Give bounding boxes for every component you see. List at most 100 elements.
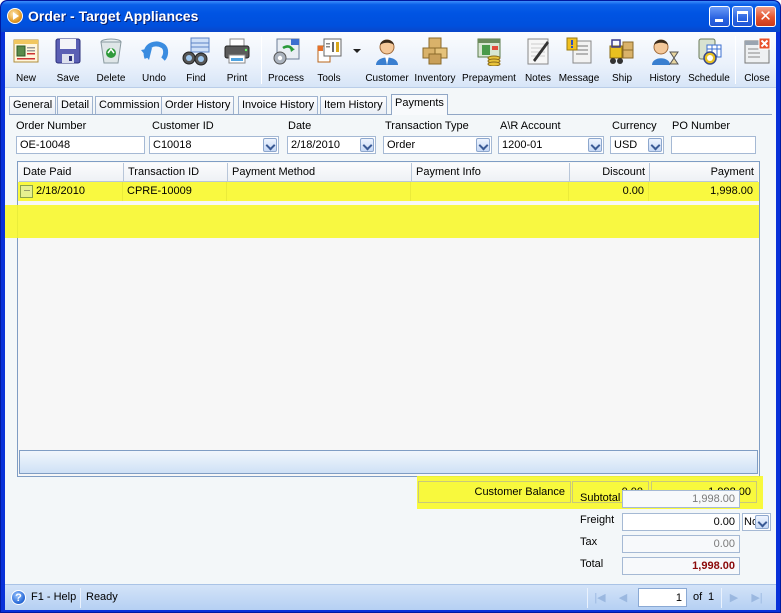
message-button[interactable]: Message bbox=[558, 34, 600, 86]
status-text: Ready bbox=[86, 591, 118, 603]
prepayment-button[interactable]: Prepayment bbox=[460, 34, 518, 86]
app-icon bbox=[7, 8, 23, 24]
help-icon[interactable]: ? bbox=[11, 590, 26, 605]
undo-button[interactable]: Undo bbox=[135, 34, 173, 86]
customer-id-value: C10018 bbox=[153, 139, 192, 151]
customer-button[interactable]: Customer bbox=[365, 34, 409, 86]
close-label: Close bbox=[744, 73, 770, 84]
cell-payment[interactable]: 1,998.00 bbox=[649, 182, 757, 201]
column-header-discount[interactable]: Discount bbox=[570, 163, 650, 182]
ship-button[interactable]: Ship bbox=[604, 34, 640, 86]
column-header-payment[interactable]: Payment bbox=[650, 163, 758, 182]
chevron-down-icon[interactable] bbox=[360, 138, 374, 152]
column-header-payment-info[interactable]: Payment Info bbox=[412, 163, 570, 182]
inventory-button[interactable]: Inventory bbox=[412, 34, 458, 86]
tab-commission[interactable]: Commission bbox=[95, 96, 164, 114]
date-value: 2/18/2010 bbox=[291, 139, 340, 151]
currency-combo[interactable]: USD bbox=[610, 136, 664, 154]
tab-item-history[interactable]: Item History bbox=[320, 96, 387, 114]
toolbar-separator bbox=[261, 36, 262, 84]
tab-detail[interactable]: Detail bbox=[57, 96, 94, 114]
delete-button[interactable]: Delete bbox=[91, 34, 131, 86]
previous-page-button[interactable]: ◀ bbox=[616, 591, 630, 605]
transaction-type-combo[interactable]: Order bbox=[383, 136, 492, 154]
tools-icon bbox=[317, 38, 342, 63]
next-page-button[interactable]: ▶ bbox=[727, 591, 741, 605]
cell-date-paid[interactable]: ··· 2/18/2010 bbox=[18, 182, 123, 201]
cell-transaction-id[interactable]: CPRE-10009 bbox=[123, 182, 227, 201]
boxes-icon bbox=[422, 37, 448, 65]
cell-payment-info[interactable] bbox=[411, 182, 569, 201]
last-page-button[interactable]: ▶| bbox=[750, 591, 764, 605]
first-page-button[interactable]: |◀ bbox=[593, 591, 607, 605]
column-header-payment-method[interactable]: Payment Method bbox=[228, 163, 412, 182]
forklift-icon bbox=[609, 39, 634, 64]
total-field: 1,998.00 bbox=[622, 557, 740, 575]
schedule-button[interactable]: Schedule bbox=[688, 34, 730, 86]
tools-label: Tools bbox=[317, 73, 341, 84]
page-number-input[interactable]: 1 bbox=[638, 588, 687, 607]
ar-account-combo[interactable]: 1200-01 bbox=[498, 136, 604, 154]
title-bar[interactable]: Order - Target Appliances ✕ bbox=[1, 1, 780, 32]
floppy-disk-icon bbox=[55, 38, 81, 64]
total-label: Total bbox=[580, 558, 604, 570]
chevron-down-icon[interactable] bbox=[648, 138, 662, 152]
chevron-down-icon[interactable] bbox=[476, 138, 490, 152]
new-button[interactable]: New bbox=[7, 34, 45, 86]
date-paid-value: 2/18/2010 bbox=[36, 185, 85, 197]
message-label: Message bbox=[558, 73, 600, 84]
close-window-icon bbox=[744, 37, 771, 64]
process-button[interactable]: Process bbox=[265, 34, 307, 86]
maximize-button[interactable] bbox=[732, 6, 753, 27]
customer-id-combo[interactable]: C10018 bbox=[149, 136, 279, 154]
minimize-button[interactable] bbox=[709, 6, 730, 27]
toolbar-separator bbox=[735, 36, 736, 84]
date-label: Date bbox=[288, 120, 312, 132]
table-row[interactable]: ··· 2/18/2010 CPRE-10009 0.00 1,998.00 bbox=[18, 182, 759, 201]
freight-label: Freight bbox=[580, 514, 615, 526]
ellipsis-button[interactable]: ··· bbox=[20, 185, 33, 198]
save-button[interactable]: Save bbox=[49, 34, 87, 86]
tools-dropdown-arrow-icon[interactable] bbox=[353, 49, 361, 53]
new-label: New bbox=[15, 73, 36, 84]
find-button[interactable]: Find bbox=[177, 34, 215, 86]
order-number-input[interactable]: OE-10048 bbox=[16, 136, 145, 154]
tab-order-history[interactable]: Order History bbox=[161, 96, 235, 114]
freight-input[interactable]: 0.00 bbox=[622, 513, 740, 531]
prepayment-coins-icon bbox=[477, 38, 501, 66]
save-label: Save bbox=[56, 73, 80, 84]
order-number-label: Order Number bbox=[16, 120, 87, 132]
tab-payments[interactable]: Payments bbox=[391, 94, 448, 115]
date-picker[interactable]: 2/18/2010 bbox=[287, 136, 376, 154]
window-title: Order - Target Appliances bbox=[28, 8, 199, 24]
column-header-transaction-id[interactable]: Transaction ID bbox=[124, 163, 228, 182]
close-button[interactable]: Close bbox=[739, 34, 775, 86]
tab-invoice-history[interactable]: Invoice History bbox=[238, 96, 319, 114]
history-button[interactable]: History bbox=[645, 34, 685, 86]
grid-summary-bar bbox=[19, 450, 758, 474]
print-button[interactable]: Print bbox=[218, 34, 256, 86]
cell-discount[interactable]: 0.00 bbox=[569, 182, 649, 201]
undo-label: Undo bbox=[142, 73, 166, 84]
po-number-input[interactable] bbox=[671, 136, 756, 154]
maximize-icon bbox=[737, 11, 748, 22]
tab-general[interactable]: General bbox=[9, 96, 57, 114]
tools-button[interactable]: Tools bbox=[310, 34, 348, 86]
column-header-date-paid[interactable]: Date Paid bbox=[19, 163, 124, 182]
chevron-down-icon[interactable] bbox=[263, 138, 277, 152]
notes-button[interactable]: Notes bbox=[520, 34, 556, 86]
cell-payment-method[interactable] bbox=[227, 182, 411, 201]
chevron-down-icon[interactable] bbox=[755, 515, 769, 529]
chevron-down-icon[interactable] bbox=[588, 138, 602, 152]
ar-account-label: A\R Account bbox=[500, 120, 561, 132]
subtotal-label: Subtotal bbox=[580, 492, 621, 504]
undo-arrow-icon bbox=[141, 41, 169, 61]
close-icon: ✕ bbox=[759, 8, 772, 25]
customer-label: Customer bbox=[365, 73, 409, 84]
grid-header: Date Paid Transaction ID Payment Method … bbox=[19, 163, 758, 182]
help-text[interactable]: F1 - Help bbox=[31, 591, 76, 603]
customer-person-icon bbox=[376, 39, 398, 65]
freight-option-combo[interactable]: No bbox=[742, 513, 771, 531]
delete-label: Delete bbox=[96, 73, 126, 84]
close-window-button[interactable]: ✕ bbox=[755, 6, 776, 27]
